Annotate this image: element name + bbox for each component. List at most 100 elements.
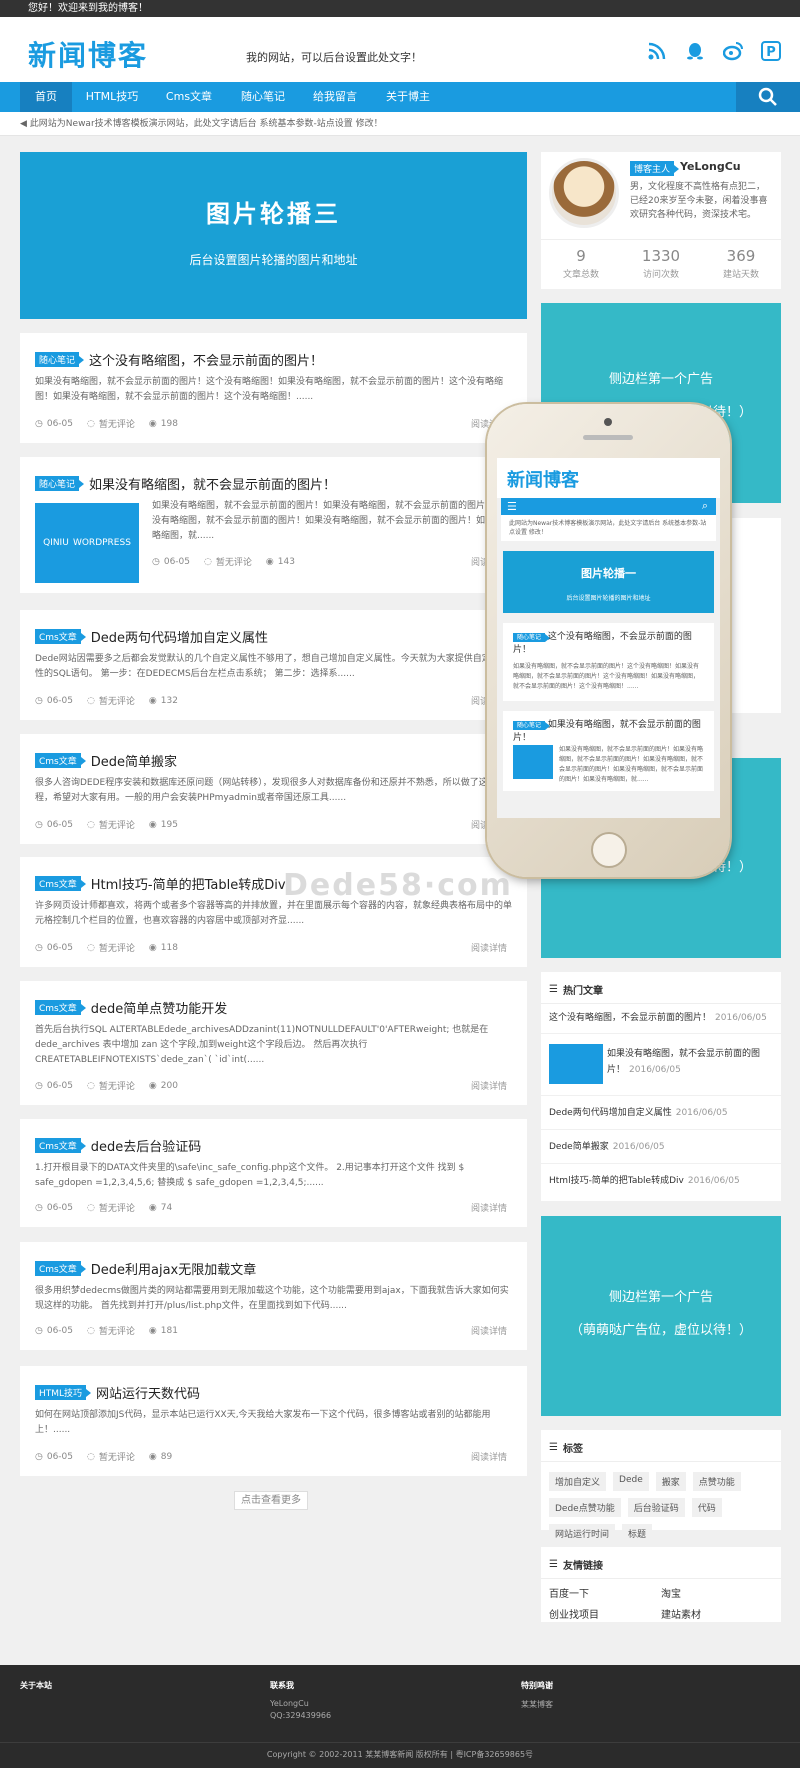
tag-item[interactable]: Dede bbox=[613, 1472, 649, 1491]
tag-item[interactable]: 网站运行时间 bbox=[549, 1524, 616, 1543]
main-nav: 首页 HTML技巧 Cms文章 随心笔记 给我留言 关于博主 bbox=[0, 82, 800, 112]
clock-icon: ◷ bbox=[35, 1325, 43, 1336]
weibo-icon[interactable] bbox=[721, 39, 744, 62]
watermark-text: Dede58·com bbox=[283, 868, 513, 903]
friend-links-list: 百度一下 淘宝 创业找项目 建站素材 bbox=[541, 1579, 781, 1627]
post-excerpt: 首先后台执行SQL ALTERTABLEdede_archivesADDzani… bbox=[35, 1025, 489, 1065]
megaphone-icon: ◀ bbox=[20, 119, 30, 129]
comment-icon: ◌ bbox=[87, 695, 95, 706]
footer-thanks-link[interactable]: 某某博客 bbox=[521, 1699, 553, 1710]
owner-badge: 博客主人 bbox=[630, 161, 680, 176]
post-title[interactable]: 网站运行天数代码 bbox=[96, 1383, 200, 1402]
qq-icon[interactable] bbox=[683, 39, 706, 62]
friend-link[interactable]: 创业找项目 bbox=[549, 1606, 661, 1621]
eye-icon: ◉ bbox=[148, 819, 157, 830]
hot-article-item[interactable]: 如果没有略缩图，就不会显示前面的图片！ 2016/06/05 bbox=[541, 1034, 781, 1096]
menu-icon[interactable]: ☰ bbox=[507, 500, 517, 513]
post-category-tag[interactable]: Cms文章 bbox=[35, 753, 86, 768]
site-logo[interactable]: 新闻博客 bbox=[28, 34, 148, 74]
post-title[interactable]: 这个没有略缩图，不会显示前面的图片！ bbox=[89, 350, 323, 369]
phone-home-button[interactable] bbox=[591, 832, 627, 868]
phone-screen: 新闻博客 ☰ ⌕ 此网站为Newar技术博客模板演示网站，此处文字请后台 系统基… bbox=[497, 458, 720, 818]
post-category-tag[interactable]: Cms文章 bbox=[35, 1261, 86, 1276]
tag-item[interactable]: Dede点赞功能 bbox=[549, 1498, 621, 1517]
clock-icon: ◷ bbox=[35, 1451, 43, 1462]
post-card: 随心笔记 如果没有略缩图，就不会显示前面的图片！ QINIU WORDPRESS 如… bbox=[20, 457, 527, 593]
friend-links-header: ☰ 友情链接 bbox=[541, 1547, 781, 1579]
site-notice: ◀ 此网站为Newar技术博客模板演示网站，此处文字请后台 系统基本参数-站点设… bbox=[0, 112, 800, 136]
nav-item-home[interactable]: 首页 bbox=[20, 82, 72, 112]
tag-item[interactable]: 后台验证码 bbox=[627, 1498, 685, 1517]
list-icon: ☰ bbox=[549, 1559, 558, 1570]
nav-item-cms[interactable]: Cms文章 bbox=[156, 82, 222, 112]
post-category-tag[interactable]: 随心笔记 bbox=[35, 476, 85, 491]
sidebar-ad-3[interactable]: 侧边栏第一个广告 （萌萌哒广告位，虚位以待！） bbox=[541, 1216, 781, 1416]
friend-link[interactable]: 百度一下 bbox=[549, 1585, 661, 1600]
search-icon[interactable]: ⌕ bbox=[702, 499, 708, 513]
tag-item[interactable]: 代码 bbox=[691, 1498, 722, 1517]
stat-posts: 9 文章总数 bbox=[562, 247, 599, 280]
comment-icon: ◌ bbox=[87, 1202, 95, 1213]
hot-article-item[interactable]: Dede简单搬家 2016/06/05 bbox=[541, 1130, 781, 1164]
hot-article-thumb bbox=[549, 1044, 603, 1084]
tag-item[interactable]: 点赞功能 bbox=[692, 1472, 741, 1491]
eye-icon: ◉ bbox=[148, 1202, 157, 1213]
post-thumbnail[interactable]: QINIU WORDPRESS bbox=[35, 503, 139, 583]
post-category-tag[interactable]: Cms文章 bbox=[35, 1000, 86, 1015]
post-title[interactable]: Dede简单搬家 bbox=[91, 751, 177, 770]
load-more-button[interactable]: 点击查看更多 bbox=[234, 1491, 308, 1510]
post-category-tag[interactable]: 随心笔记 bbox=[35, 352, 85, 367]
post-meta: ◷ 06-05 ◌ 暂无评论 ◉ 200 bbox=[35, 1080, 178, 1093]
read-more-link[interactable]: 阅读详情 bbox=[471, 1201, 507, 1214]
svg-text:P: P bbox=[766, 45, 776, 60]
footer-about: 关于本站 bbox=[20, 1681, 52, 1690]
eye-icon: ◉ bbox=[148, 1080, 157, 1091]
footer-contact: 联系我 YeLongCu QQ:329439966 bbox=[270, 1681, 332, 1720]
eye-icon: ◉ bbox=[148, 942, 157, 953]
list-icon: ☰ bbox=[549, 984, 558, 995]
rss-icon[interactable] bbox=[645, 39, 668, 62]
tag-item[interactable]: 搬家 bbox=[655, 1472, 686, 1491]
post-meta: ◷ 06-05 ◌ 暂无评论 ◉ 89 bbox=[35, 1451, 173, 1464]
author-profile: 博客主人 YeLongCu 男，文化程度不高性格有点犯二，已经20来岁至今未娶，… bbox=[541, 152, 781, 289]
friend-link[interactable]: 建站素材 bbox=[661, 1606, 773, 1621]
phone-slider[interactable]: 图片轮播一 后台设置图片轮播的图片和地址 bbox=[503, 551, 714, 613]
post-category-tag[interactable]: Cms文章 bbox=[35, 629, 86, 644]
nav-item-message[interactable]: 给我留言 bbox=[304, 82, 366, 112]
hot-article-item[interactable]: Html技巧-简单的把Table转成Div 2016/06/05 bbox=[541, 1164, 781, 1198]
nav-item-html[interactable]: HTML技巧 bbox=[80, 82, 144, 112]
comment-icon: ◌ bbox=[204, 556, 212, 567]
avatar[interactable] bbox=[549, 158, 619, 228]
tag-item[interactable]: 标题 bbox=[622, 1524, 653, 1543]
top-bar: 您好！欢迎来到我的博客！ bbox=[0, 0, 800, 17]
friend-link[interactable]: 淘宝 bbox=[661, 1585, 773, 1600]
read-more-link[interactable]: 阅读详情 bbox=[471, 1324, 507, 1337]
eye-icon: ◉ bbox=[148, 1451, 157, 1462]
read-more-link[interactable]: 阅读详情 bbox=[471, 941, 507, 954]
post-category-tag[interactable]: Cms文章 bbox=[35, 1138, 86, 1153]
post-category-tag[interactable]: HTML技巧 bbox=[35, 1385, 92, 1400]
post-title[interactable]: 如果没有略缩图，就不会显示前面的图片！ bbox=[89, 474, 336, 493]
read-more-link[interactable]: 阅读详情 bbox=[471, 1079, 507, 1092]
author-bio: 男，文化程度不高性格有点犯二，已经20来岁至今未娶，闲着没事喜欢研究各种代码，资… bbox=[630, 182, 768, 220]
search-button[interactable] bbox=[736, 82, 800, 112]
footer: 关于本站 联系我 YeLongCu QQ:329439966 特别鸣谢 某某博客… bbox=[0, 1665, 800, 1768]
read-more-link[interactable]: 阅读详情 bbox=[471, 1450, 507, 1463]
footer-thanks: 特别鸣谢 某某博客 bbox=[521, 1681, 553, 1710]
nav-item-notes[interactable]: 随心笔记 bbox=[230, 82, 296, 112]
post-title[interactable]: Html技巧-简单的把Table转成Div bbox=[91, 874, 286, 893]
image-slider[interactable]: 图片轮播三 后台设置图片轮播的图片和地址 bbox=[20, 152, 527, 319]
phone-notice: 此网站为Newar技术博客模板演示网站，此处文字请后台 系统基本参数-站点设置 … bbox=[501, 515, 716, 541]
tag-item[interactable]: 增加自定义 bbox=[549, 1472, 607, 1491]
post-title[interactable]: Dede两句代码增加自定义属性 bbox=[91, 627, 268, 646]
post-title[interactable]: dede去后台验证码 bbox=[91, 1136, 202, 1155]
nav-item-about[interactable]: 关于博主 bbox=[375, 82, 441, 112]
eye-icon: ◉ bbox=[148, 695, 157, 706]
post-category-tag[interactable]: Cms文章 bbox=[35, 876, 86, 891]
post-title[interactable]: dede简单点赞功能开发 bbox=[91, 998, 228, 1017]
post-title[interactable]: Dede利用ajax无限加载文章 bbox=[91, 1259, 257, 1278]
pinterest-icon[interactable]: P bbox=[759, 39, 782, 62]
hot-article-item[interactable]: Dede两句代码增加自定义属性 2016/06/05 bbox=[541, 1096, 781, 1130]
eye-icon: ◉ bbox=[265, 556, 274, 567]
hot-article-item[interactable]: 这个没有略缩图，不会显示前面的图片！ 2016/06/05 bbox=[541, 1002, 781, 1034]
